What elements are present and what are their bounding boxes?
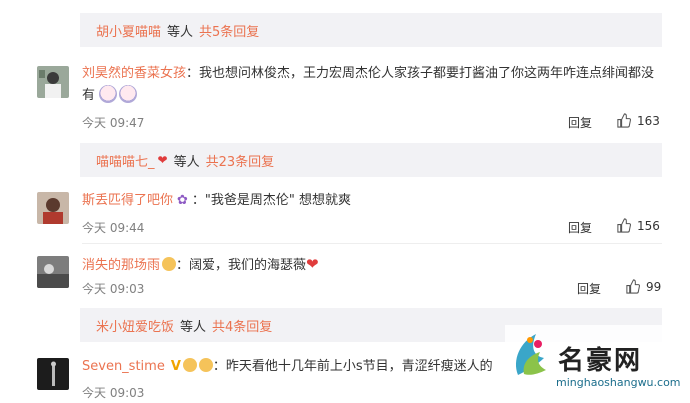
verified-v-icon: V [170, 359, 181, 374]
medal-icon [198, 358, 213, 372]
reply-sep: 等人 [167, 24, 194, 40]
avatar[interactable] [37, 256, 69, 288]
thumbs-up-icon [626, 279, 640, 294]
comment-username[interactable]: Seven_stime [82, 359, 165, 374]
like-count: 99 [646, 279, 662, 294]
reply-usernames[interactable]: 喵喵喵七_ [96, 151, 155, 170]
reply-summary-bar: 胡小夏喵喵 等人 共5条回复 [80, 13, 662, 47]
comment-body: ：昨天看他十几年前上小s节目，青涩纤瘦迷人的 [212, 359, 493, 374]
comment-username[interactable]: 消失的那场雨 [82, 258, 160, 273]
divider [82, 243, 662, 244]
avatar[interactable] [37, 192, 69, 224]
emoji-icon [99, 85, 118, 103]
reply-button[interactable]: 回复 [568, 219, 592, 236]
view-all-replies-link[interactable]: 共4条回复 [212, 316, 272, 335]
comment-timestamp: 今天 09:03 [82, 282, 145, 296]
member-heart-icon: ❤ [157, 153, 168, 167]
reply-button[interactable]: 回复 [568, 114, 592, 131]
like-count: 163 [637, 113, 660, 128]
watermark-url: minghaoshangwu.com [556, 376, 681, 389]
like-count: 156 [637, 218, 660, 233]
comment-timestamp: 今天 09:47 [82, 116, 145, 130]
medal-icon [182, 358, 197, 372]
view-all-replies-link[interactable]: 共23条回复 [206, 151, 275, 170]
comment-text-block: 消失的那场雨 ：阔爱，我们的海瑟薇❤ [82, 253, 662, 277]
avatar[interactable] [37, 66, 69, 98]
thumbs-up-icon [617, 113, 631, 128]
view-all-replies-link[interactable]: 共5条回复 [199, 21, 259, 40]
comment-body: ："我爸是周杰伦" 想想就爽 [191, 193, 352, 208]
comment-username[interactable]: 刘昊然的香菜女孩 [82, 66, 186, 81]
watermark-name: 名豪网 [558, 346, 643, 376]
watermark-logo-icon [516, 334, 546, 375]
reply-usernames[interactable]: 胡小夏喵喵 [96, 21, 161, 40]
medal-icon [162, 257, 177, 271]
comment-text-block: 刘昊然的香菜女孩：我也想问林俊杰，王力宏周杰伦人家孩子都要打酱油了你这两年咋连点… [82, 63, 662, 107]
emoji-icon [119, 85, 138, 103]
comment-timestamp: 今天 09:44 [82, 221, 145, 235]
avatar[interactable] [37, 358, 69, 390]
reply-sep: 等人 [173, 154, 200, 170]
reply-sep: 等人 [180, 319, 207, 335]
like-button[interactable]: 163 [616, 113, 660, 128]
heart-icon: ❤ [306, 255, 319, 273]
reply-button[interactable]: 回复 [577, 280, 601, 297]
like-button[interactable]: 156 [616, 218, 660, 233]
comment-username[interactable]: 斯丢匹得了吧你 [82, 193, 173, 208]
reply-usernames[interactable]: 米小妞爱吃饭 [96, 316, 174, 335]
like-button[interactable]: 99 [625, 279, 661, 294]
thumbs-up-icon [617, 218, 631, 233]
flower-icon: ✿ [177, 193, 188, 208]
comment-text-block: 斯丢匹得了吧你 ✿ ："我爸是周杰伦" 想想就爽 [82, 190, 662, 212]
comment-body: ：阔爱，我们的海瑟薇 [176, 258, 307, 273]
comment-timestamp: 今天 09:03 [82, 386, 145, 400]
reply-summary-bar: 喵喵喵七_ ❤ 等人 共23条回复 [80, 143, 662, 177]
